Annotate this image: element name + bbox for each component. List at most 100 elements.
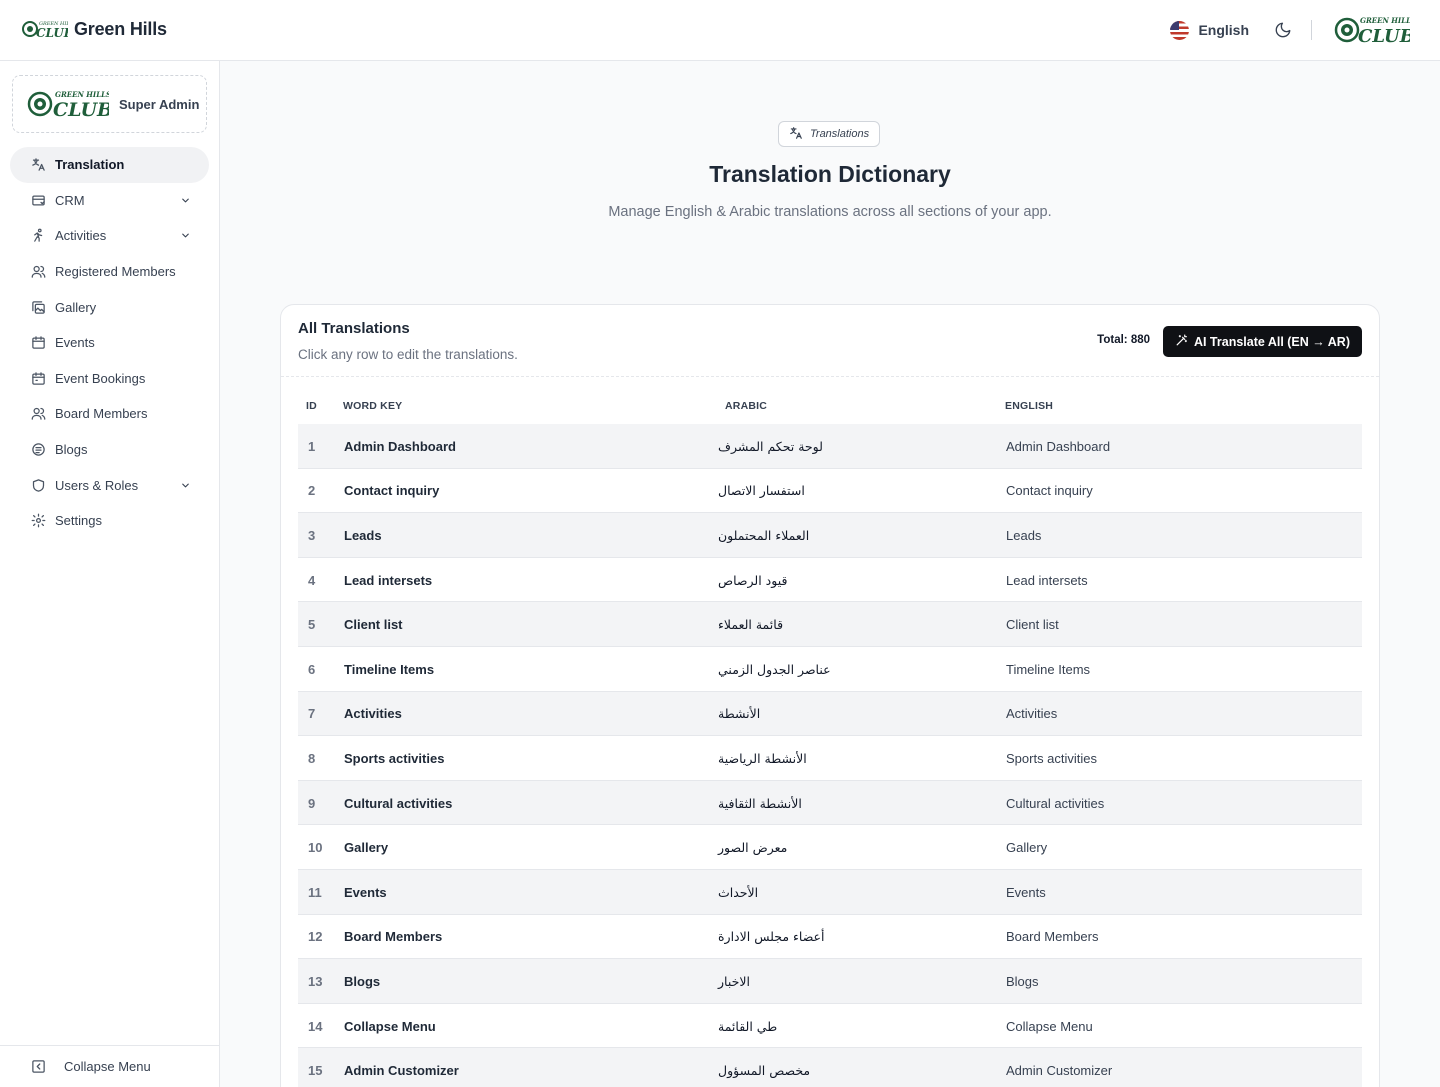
sidebar-item-label: Event Bookings bbox=[55, 370, 146, 386]
club-logo-small: GREEN HILLS CLUB bbox=[22, 17, 68, 41]
sidebar-item-label: Board Members bbox=[55, 406, 148, 422]
users-icon bbox=[31, 406, 46, 421]
cell-word-key: Sports activities bbox=[344, 750, 445, 766]
cell-english: Admin Customizer bbox=[1006, 1063, 1113, 1079]
top-right-controls: English GREEN HILLS CLUB bbox=[1170, 14, 1410, 46]
admin-profile-card[interactable]: GREEN HILLS CLUB Super Admin bbox=[12, 75, 207, 133]
table-row[interactable]: 11 Events الأحداث Events bbox=[298, 869, 1362, 915]
chevron-down-icon[interactable] bbox=[179, 194, 191, 206]
cell-arabic: الاخبار bbox=[718, 973, 750, 989]
cell-id: 7 bbox=[308, 706, 316, 722]
cell-id: 10 bbox=[308, 840, 323, 856]
cell-id: 12 bbox=[308, 929, 323, 945]
sidebar-item-registered-members[interactable]: Registered Members bbox=[10, 254, 209, 290]
cell-arabic: الأحداث bbox=[718, 884, 759, 900]
admin-role: Super Admin bbox=[119, 96, 200, 112]
cell-english: Lead intersets bbox=[1006, 572, 1088, 588]
table-row[interactable]: 12 Board Members أعضاء مجلس الادارة Board M… bbox=[298, 915, 1362, 960]
club-logo[interactable]: GREEN HILLS CLUB bbox=[1334, 14, 1410, 46]
gear-icon bbox=[31, 513, 46, 528]
table-row[interactable]: 7 Activities الأنشطة Activities bbox=[298, 691, 1362, 737]
crm-icon bbox=[31, 193, 46, 208]
sidebar-item-label: Settings bbox=[55, 513, 102, 529]
divider bbox=[1311, 20, 1312, 40]
translate-icon bbox=[31, 157, 46, 172]
card-title: All Translations bbox=[298, 320, 410, 337]
cell-id: 5 bbox=[308, 617, 316, 633]
sidebar-item-label: Translation bbox=[55, 157, 125, 173]
sidebar-item-label: Gallery bbox=[55, 299, 97, 315]
sidebar-item-event-bookings[interactable]: Event Bookings bbox=[10, 361, 209, 397]
table-row[interactable]: 2 Contact inquiry استفسار الاتصال Contact i… bbox=[298, 469, 1362, 514]
cell-word-key: Events bbox=[344, 884, 387, 900]
language-selector[interactable]: English bbox=[1170, 20, 1249, 40]
cell-arabic: طي القائمة bbox=[718, 1018, 778, 1034]
cell-english: Sports activities bbox=[1006, 750, 1098, 766]
table-row[interactable]: 5 Client list قائمة العملاء Client list bbox=[298, 602, 1362, 647]
table-row[interactable]: 6 Timeline Items عناصر الجدول الزمني Timeli… bbox=[298, 647, 1362, 692]
shield-icon bbox=[31, 478, 46, 493]
header-english: ENGLISH bbox=[1005, 400, 1054, 412]
cell-english: Contact inquiry bbox=[1006, 483, 1093, 499]
sidebar-item-blogs[interactable]: Blogs bbox=[10, 432, 209, 468]
club-logo: GREEN HILLS CLUB bbox=[27, 87, 109, 121]
cell-arabic: الأنشطة bbox=[718, 706, 761, 722]
svg-text:CLUB: CLUB bbox=[53, 99, 109, 121]
chevron-down-icon[interactable] bbox=[179, 479, 191, 491]
cell-arabic: لوحة تحكم المشرف bbox=[718, 438, 823, 454]
translate-icon bbox=[789, 126, 803, 143]
cell-id: 3 bbox=[308, 527, 316, 543]
cell-arabic: قائمة العملاء bbox=[718, 617, 784, 633]
cell-english: Cultural activities bbox=[1006, 795, 1105, 811]
header-id: ID bbox=[306, 400, 317, 412]
sidebar-item-label: Events bbox=[55, 335, 95, 351]
sidebar-item-crm[interactable]: CRM bbox=[10, 183, 209, 219]
table-row[interactable]: 13 Blogs الاخبار Blogs bbox=[298, 959, 1362, 1004]
table-row[interactable]: 3 Leads العملاء المحتملون Leads bbox=[298, 513, 1362, 558]
header-arabic: ARABIC bbox=[725, 400, 768, 412]
brand[interactable]: GREEN HILLS CLUB Green Hills bbox=[22, 17, 167, 41]
ai-translate-all-button[interactable]: AI Translate All (EN → AR) bbox=[1162, 326, 1362, 357]
table-row[interactable]: 14 Collapse Menu طي القائمة Collapse Menu bbox=[298, 1004, 1362, 1049]
sidebar-item-activities[interactable]: Activities bbox=[10, 218, 209, 254]
chevron-down-icon[interactable] bbox=[179, 230, 191, 242]
svg-text:GREEN HILLS: GREEN HILLS bbox=[55, 90, 109, 99]
cell-english: Collapse Menu bbox=[1006, 1018, 1093, 1034]
cell-id: 1 bbox=[308, 438, 316, 454]
table-row[interactable]: 10 Gallery معرض الصور Gallery bbox=[298, 825, 1362, 870]
table-row[interactable]: 8 Sports activities الأنشطة الرياضية Sports… bbox=[298, 736, 1362, 781]
sidebar-item-users-roles[interactable]: Users & Roles bbox=[10, 467, 209, 503]
ai-translate-label: AI Translate All (EN → AR) bbox=[1193, 334, 1350, 349]
sidebar-item-board-members[interactable]: Board Members bbox=[10, 396, 209, 432]
sidebar-item-settings[interactable]: Settings bbox=[10, 503, 209, 539]
svg-text:GREEN HILLS: GREEN HILLS bbox=[1360, 16, 1410, 25]
calendar-icon bbox=[31, 335, 46, 350]
table-row[interactable]: 4 Lead intersets قيود الرصاص Lead intersets bbox=[298, 558, 1362, 603]
table-row[interactable]: 1 Admin Dashboard لوحة تحكم المشرف Admin Da… bbox=[298, 424, 1362, 469]
cell-arabic: قيود الرصاص bbox=[718, 572, 788, 588]
sidebar-item-events[interactable]: Events bbox=[10, 325, 209, 361]
moon-icon[interactable] bbox=[1271, 18, 1295, 42]
cell-id: 4 bbox=[308, 572, 316, 588]
cell-arabic: الأنشطة الثقافية bbox=[718, 795, 802, 811]
collapse-menu-label: Collapse Menu bbox=[64, 1059, 151, 1074]
cell-english: Gallery bbox=[1006, 840, 1048, 856]
cell-id: 11 bbox=[308, 884, 322, 900]
section-badge: Translations bbox=[778, 121, 881, 147]
table-row[interactable]: 15 Admin Customizer مخصص المسؤول Admin Cust… bbox=[298, 1048, 1362, 1087]
us-flag-icon bbox=[1170, 20, 1190, 40]
table-row[interactable]: 9 Cultural activities الأنشطة الثقافية Cult… bbox=[298, 780, 1362, 826]
collapse-menu-button[interactable]: Collapse Menu bbox=[0, 1045, 219, 1087]
sidebar-item-translation[interactable]: Translation bbox=[10, 147, 209, 183]
cell-word-key: Cultural activities bbox=[344, 795, 453, 811]
badge-label: Translations bbox=[810, 128, 870, 140]
cell-id: 8 bbox=[308, 750, 316, 766]
cell-arabic: استفسار الاتصال bbox=[718, 483, 805, 499]
sidebar-item-gallery[interactable]: Gallery bbox=[10, 289, 209, 325]
cell-id: 9 bbox=[308, 795, 316, 811]
cell-arabic: عناصر الجدول الزمني bbox=[718, 661, 831, 677]
sidebar-nav: Translation CRM Activities Registered Me… bbox=[10, 147, 209, 539]
cell-word-key: Admin Dashboard bbox=[344, 438, 456, 454]
cell-english: Timeline Items bbox=[1006, 661, 1091, 677]
sidebar-item-label: Users & Roles bbox=[55, 477, 139, 493]
